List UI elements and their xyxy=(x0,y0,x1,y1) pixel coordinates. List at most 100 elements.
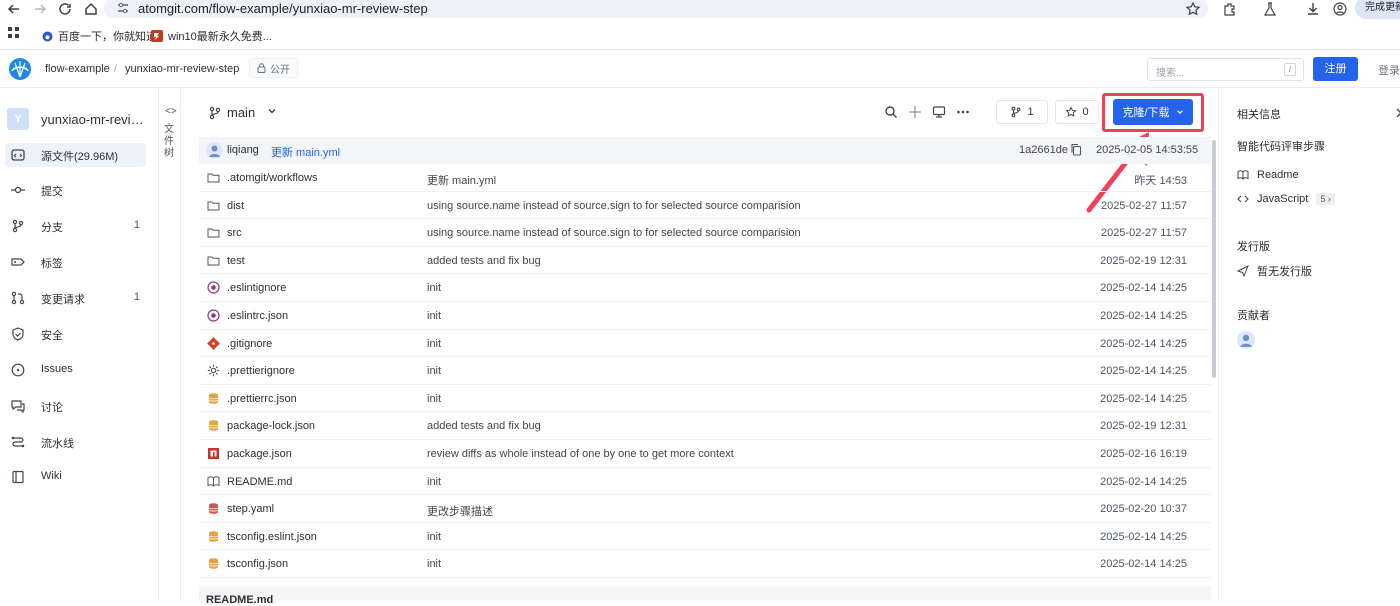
file-commit-message[interactable]: added tests and fix bug xyxy=(427,420,541,432)
more-icon[interactable] xyxy=(956,105,970,119)
lab-icon[interactable] xyxy=(1262,1,1278,17)
commit-author[interactable]: liqiang xyxy=(227,144,259,156)
star-button[interactable]: 0 xyxy=(1055,100,1099,124)
table-row[interactable]: .eslintignore init 2025-02-14 14:25 xyxy=(199,274,1211,302)
apps-grid-icon[interactable] xyxy=(8,27,20,39)
file-name[interactable]: test xyxy=(227,255,245,267)
table-row[interactable]: .eslintrc.json init 2025-02-14 14:25 xyxy=(199,302,1211,330)
table-row[interactable]: package.json review diffs as whole instea… xyxy=(199,440,1211,468)
search-placeholder: 搜索... xyxy=(1156,68,1185,79)
chevron-right-icon[interactable] xyxy=(1395,108,1400,118)
sidebar-item-issues[interactable]: Issues xyxy=(5,358,146,382)
file-commit-message[interactable]: init xyxy=(427,393,441,405)
file-commit-message[interactable]: init xyxy=(427,282,441,294)
sidebar-repo-name[interactable]: yunxiao-mr-review-step xyxy=(41,112,147,127)
table-row[interactable]: src using source.name instead of source.s… xyxy=(199,219,1211,247)
file-name[interactable]: .prettierignore xyxy=(227,365,295,377)
bookmark-win10[interactable]: win10最新永久免费... xyxy=(151,28,272,44)
avatar[interactable] xyxy=(206,142,223,159)
sidebar-item-files[interactable]: 源文件(29.96M) xyxy=(5,143,146,167)
branch-selector[interactable]: main xyxy=(227,105,255,120)
file-commit-message[interactable]: using source.name instead of source.sign… xyxy=(427,200,801,212)
site-settings-icon[interactable] xyxy=(116,1,130,15)
file-name[interactable]: .gitignore xyxy=(227,338,272,350)
bookmark-baidu[interactable]: 百度一下，你就知道 xyxy=(42,28,157,44)
table-row[interactable]: .gitignore init 2025-02-14 14:25 xyxy=(199,330,1211,358)
file-commit-message[interactable]: added tests and fix bug xyxy=(427,255,541,267)
atomgit-logo[interactable] xyxy=(8,57,32,81)
forward-icon[interactable] xyxy=(32,1,48,17)
language-count[interactable]: 5 › xyxy=(1316,193,1335,205)
table-row[interactable]: .prettierignore init 2025-02-14 14:25 xyxy=(199,357,1211,385)
back-icon[interactable] xyxy=(6,1,22,17)
add-icon[interactable] xyxy=(908,105,922,119)
file-name[interactable]: .eslintignore xyxy=(227,282,286,294)
table-row[interactable]: .atomgit/workflows 更新 main.yml 昨天 14:53 xyxy=(199,164,1211,192)
download-icon[interactable] xyxy=(1305,1,1321,17)
file-commit-message[interactable]: init xyxy=(427,310,441,322)
file-name[interactable]: package-lock.json xyxy=(227,420,315,432)
file-commit-message[interactable]: init xyxy=(427,476,441,488)
file-commit-message[interactable]: using source.name instead of source.sign… xyxy=(427,227,801,239)
commit-message[interactable]: 更新 main.yml xyxy=(271,144,340,160)
table-row[interactable]: tsconfig.json init 2025-02-14 14:25 xyxy=(199,550,1211,578)
file-name[interactable]: tsconfig.json xyxy=(227,558,288,570)
file-name[interactable]: .atomgit/workflows xyxy=(227,172,317,184)
file-commit-message[interactable]: init xyxy=(427,531,441,543)
sidebar-item-commits[interactable]: 提交 xyxy=(5,178,146,202)
search-input[interactable]: 搜索... / xyxy=(1147,58,1304,81)
file-name[interactable]: package.json xyxy=(227,448,292,460)
login-link[interactable]: 登录 xyxy=(1378,62,1400,78)
sidebar-item-security[interactable]: 安全 xyxy=(5,322,146,346)
pull-request-icon xyxy=(11,291,25,305)
update-button[interactable]: 完成更新 xyxy=(1355,0,1400,19)
breadcrumb-repo[interactable]: yunxiao-mr-review-step xyxy=(125,63,239,75)
language-link[interactable]: JavaScript 5 › xyxy=(1237,193,1335,205)
profile-icon[interactable] xyxy=(1332,1,1348,17)
file-name[interactable]: .eslintrc.json xyxy=(227,310,288,322)
sidebar-item-pull-requests[interactable]: 变更请求 1 xyxy=(5,286,146,310)
file-name[interactable]: tsconfig.eslint.json xyxy=(227,531,317,543)
table-row[interactable]: dist using source.name instead of source.… xyxy=(199,192,1211,220)
bookmark-star-icon[interactable] xyxy=(1185,1,1201,17)
monitor-icon[interactable] xyxy=(932,105,946,119)
table-row[interactable]: step.yaml 更改步骤描述 2025-02-20 10:37 xyxy=(199,495,1211,523)
last-commit-bar: liqiang 更新 main.yml 1a2661de 2025-02-05 … xyxy=(199,137,1211,164)
file-name[interactable]: .prettierrc.json xyxy=(227,393,297,405)
table-row[interactable]: .prettierrc.json init 2025-02-14 14:25 xyxy=(199,385,1211,413)
chevron-down-icon[interactable] xyxy=(267,106,277,116)
contributor-avatar[interactable] xyxy=(1237,331,1255,349)
scrollbar[interactable] xyxy=(1212,140,1216,378)
file-commit-message[interactable]: review diffs as whole instead of one by … xyxy=(427,448,734,460)
sidebar-item-pipelines[interactable]: 流水线 xyxy=(5,430,146,454)
table-row[interactable]: README.md init 2025-02-14 14:25 xyxy=(199,468,1211,496)
file-name[interactable]: README.md xyxy=(227,476,292,488)
sidebar-item-branches[interactable]: 分支 1 xyxy=(5,214,146,238)
file-commit-message[interactable]: 更改步骤描述 xyxy=(427,503,493,519)
file-commit-message[interactable]: init xyxy=(427,365,441,377)
file-name[interactable]: step.yaml xyxy=(227,503,274,515)
table-row[interactable]: test added tests and fix bug 2025-02-19 12… xyxy=(199,247,1211,275)
file-commit-message[interactable]: init xyxy=(427,558,441,570)
file-commit-message[interactable]: init xyxy=(427,338,441,350)
url-text[interactable]: atomgit.com/flow-example/yunxiao-mr-revi… xyxy=(138,1,428,16)
file-name[interactable]: src xyxy=(227,227,242,239)
fork-button[interactable]: 1 xyxy=(996,100,1048,124)
search-icon[interactable] xyxy=(884,105,898,119)
table-row[interactable]: package-lock.json added tests and fix bug… xyxy=(199,412,1211,440)
register-button[interactable]: 注册 xyxy=(1313,57,1358,81)
file-tree-toggle[interactable]: <> 文件树 xyxy=(160,88,181,600)
sidebar-item-discussions[interactable]: 讨论 xyxy=(5,394,146,418)
file-commit-message[interactable]: 更新 main.yml xyxy=(427,172,496,188)
sidebar-item-wiki[interactable]: Wiki xyxy=(5,465,146,489)
sidebar-item-tags[interactable]: 标签 xyxy=(5,250,146,274)
breadcrumb-owner[interactable]: flow-example xyxy=(45,63,110,75)
copy-icon[interactable] xyxy=(1070,143,1082,156)
extensions-icon[interactable] xyxy=(1222,1,1238,17)
readme-link[interactable]: Readme xyxy=(1237,169,1299,181)
table-row[interactable]: tsconfig.eslint.json init 2025-02-14 14:25 xyxy=(199,523,1211,551)
commit-hash[interactable]: 1a2661de xyxy=(1019,144,1068,156)
reload-icon[interactable] xyxy=(57,1,73,17)
home-icon[interactable] xyxy=(83,1,99,17)
file-name[interactable]: dist xyxy=(227,200,244,212)
